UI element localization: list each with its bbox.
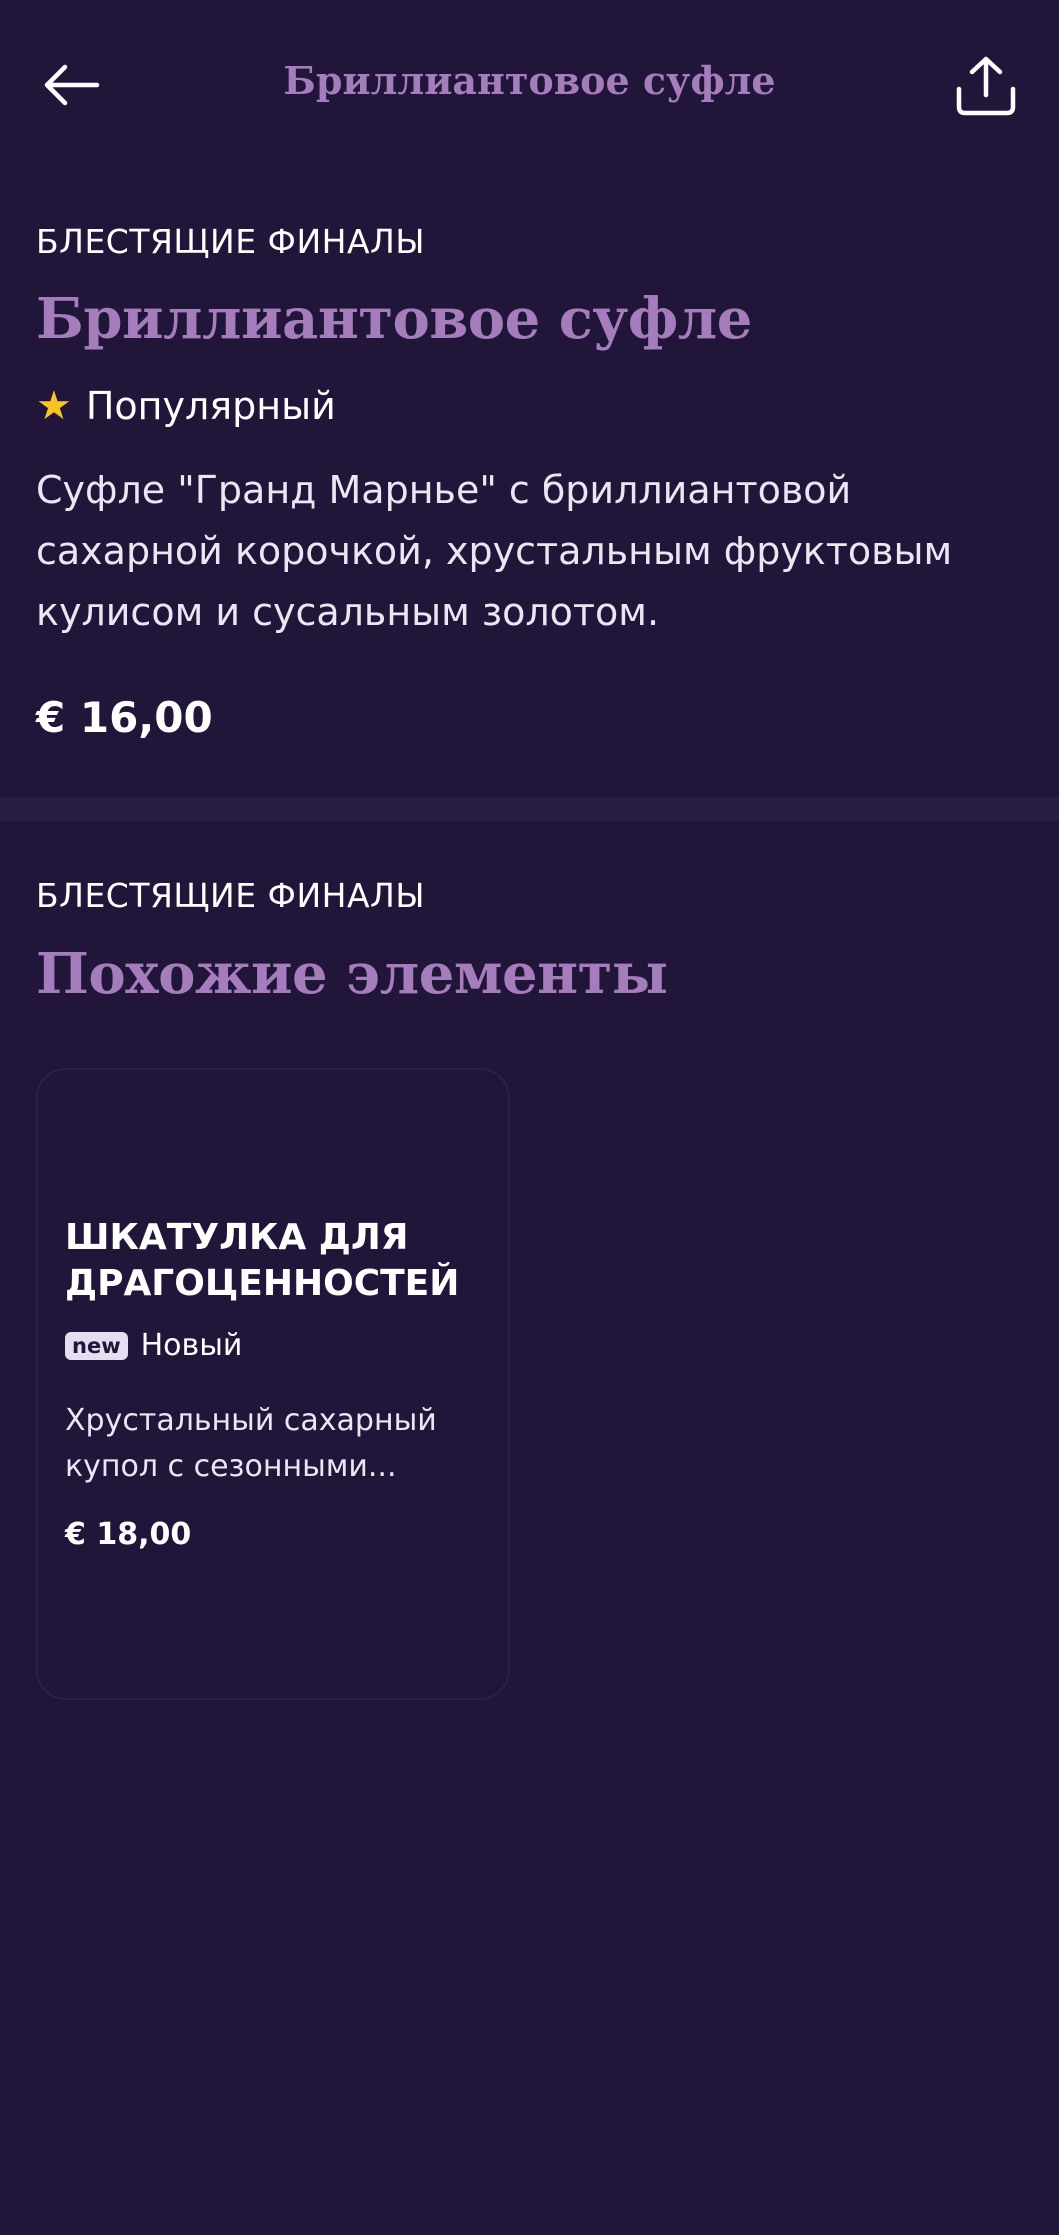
popular-tag: ★ Популярный: [36, 384, 1026, 428]
item-category: БЛЕСТЯЩИЕ ФИНАЛЫ: [36, 222, 425, 261]
item-details: БЛЕСТЯЩИЕ ФИНАЛЫ: [36, 222, 1026, 261]
item-price-wrap: € 16,00: [36, 693, 1026, 742]
related-card-price: € 18,00: [65, 1517, 192, 1552]
related-item-card[interactable]: ШКАТУЛКА ДЛЯ ДРАГОЦЕННОСТЕЙ new Новый Хр…: [36, 1068, 510, 1700]
top-app-bar: Бриллиантовое суфле: [0, 0, 1059, 170]
related-category-wrap: БЛЕСТЯЩИЕ ФИНАЛЫ: [36, 876, 1026, 915]
share-button[interactable]: [950, 48, 1022, 124]
item-tag-wrap: ★ Популярный: [36, 384, 1026, 428]
related-title-wrap: Похожие элементы: [36, 941, 1026, 1007]
new-tag: new Новый: [65, 1328, 242, 1363]
related-category: БЛЕСТЯЩИЕ ФИНАЛЫ: [36, 876, 425, 915]
new-tag-label: Новый: [140, 1328, 243, 1363]
section-divider: [0, 797, 1059, 821]
share-upload-icon: [956, 56, 1016, 116]
related-card-description: Хрустальный сахарный купол с сезонными..…: [65, 1403, 437, 1484]
item-title-wrap: Бриллиантовое суфле: [36, 286, 1026, 352]
item-title: Бриллиантовое суфле: [36, 286, 752, 352]
arrow-left-icon: [44, 64, 100, 106]
related-card-title: ШКАТУЛКА ДЛЯ ДРАГОЦЕННОСТЕЙ: [65, 1217, 460, 1304]
related-title: Похожие элементы: [36, 941, 668, 1007]
header-title: Бриллиантовое суфле: [283, 58, 776, 103]
item-price: € 16,00: [36, 693, 213, 742]
item-description-wrap: Суфле "Гранд Марнье" с бриллиантовой сах…: [36, 460, 1026, 643]
new-badge: new: [65, 1331, 128, 1360]
popular-tag-label: Популярный: [85, 384, 336, 428]
back-button[interactable]: [36, 50, 106, 120]
star-icon: ★: [36, 383, 72, 429]
item-description: Суфле "Гранд Марнье" с бриллиантовой сах…: [36, 468, 953, 634]
